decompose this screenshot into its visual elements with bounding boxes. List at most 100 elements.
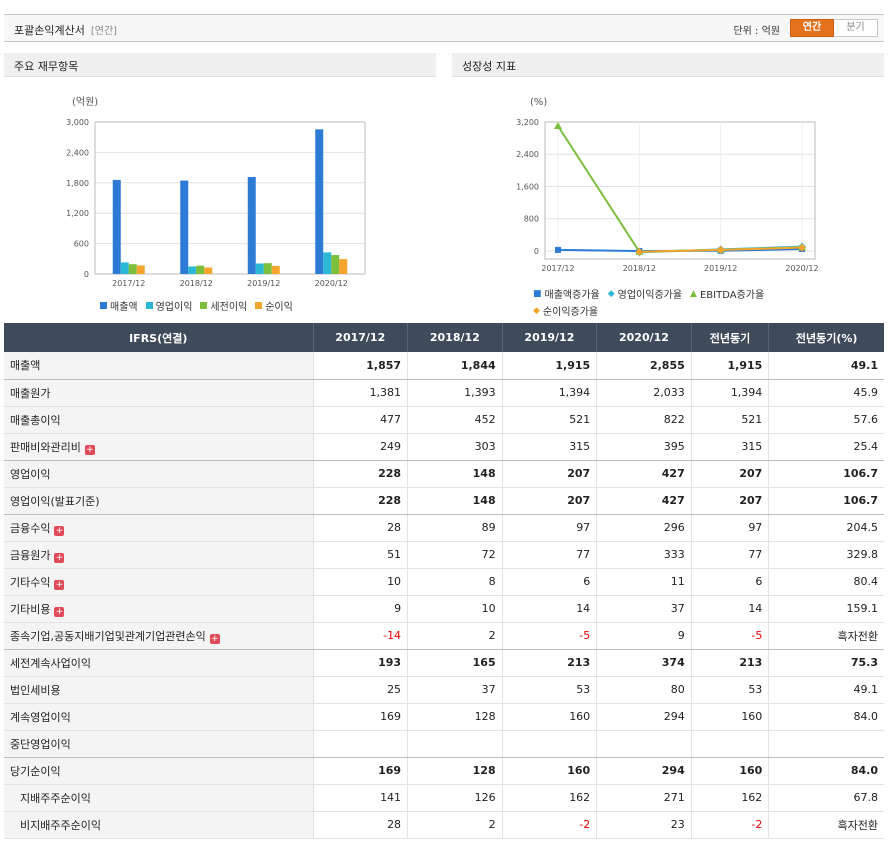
row-label: 매출총이익 [4, 406, 313, 434]
table-cell: 315 [690, 433, 769, 461]
x-tick-label: 2017/12 [112, 279, 145, 288]
table-cell: 97 [690, 514, 769, 542]
bar [188, 266, 197, 274]
table-cell: 1,915 [690, 352, 769, 380]
annual-tab[interactable]: 연간 [790, 19, 834, 37]
growth-legend: ■ 매출액증가율 ◆ 영업이익증가율 ▲ EBITDA증가율 ◆ 순이익증가율 [533, 286, 833, 319]
quarter-tab[interactable]: 분기 [834, 19, 878, 37]
table-cell: 1,857 [312, 352, 408, 380]
table-row: 금융원가 +51 72 77 333 77 329.8 [4, 541, 884, 569]
table-cell: 23 [596, 811, 692, 839]
table-cell: 51 [312, 541, 408, 569]
table-row: 계속영업이익 169 128 160 294 160 84.0 [4, 703, 884, 731]
table-cell: 53 [501, 676, 597, 704]
table-row: 매출액 1,857 1,844 1,915 2,855 1,915 49.1 [4, 352, 884, 380]
table-row: 기타비용 +9 10 14 37 14 159.1 [4, 595, 884, 623]
legend-marker: ▲ [690, 288, 697, 299]
table-cell: 213 [690, 649, 769, 677]
table-cell: 6 [690, 568, 769, 596]
expand-icon[interactable]: + [54, 525, 65, 536]
row-label: 매출원가 [4, 379, 313, 407]
statement-title: 포괄손익계산서 [연간] [14, 22, 117, 38]
x-tick-label: 2019/12 [704, 264, 737, 273]
table-cell: 45.9 [768, 379, 884, 407]
table-header-row: IFRS(연결) 2017/12 2018/12 2019/12 2020/12 전년동기… [4, 323, 884, 352]
income-statement-table: IFRS(연결) 2017/12 2018/12 2019/12 2020/12 전년동기… [4, 323, 884, 839]
table-cell: 160 [501, 757, 597, 785]
row-label: 금융수익 + [4, 514, 313, 542]
legend-item: 영업이익 [145, 298, 192, 313]
bar [323, 252, 332, 274]
table-cell: 1,394 [690, 379, 769, 407]
column-header: 2017/12 [312, 323, 408, 352]
y-tick-label: 0 [534, 247, 539, 256]
row-label: 금융원가 + [4, 541, 313, 569]
table-cell: 141 [312, 784, 408, 812]
expand-icon[interactable]: + [209, 633, 220, 644]
table-cell: 213 [501, 649, 597, 677]
table-cell: 822 [596, 406, 692, 434]
table-cell: 28 [312, 514, 408, 542]
legend-swatch [100, 302, 107, 309]
table-cell: 315 [501, 433, 597, 461]
table-cell: 2,855 [596, 352, 692, 380]
legend-item: ◆ 순이익증가율 [533, 303, 598, 319]
x-tick-label: 2020/12 [315, 279, 348, 288]
plot-area [544, 121, 816, 260]
table-cell: 10 [407, 595, 503, 623]
row-label: 지배주주순이익 [4, 784, 313, 812]
row-label: 기타비용 + [4, 595, 313, 623]
table-cell: 53 [690, 676, 769, 704]
legend-label: 세전이익 [210, 302, 248, 313]
legend-item: 순이익 [255, 298, 293, 313]
x-tick-label: 2018/12 [180, 279, 213, 288]
expand-icon[interactable]: + [84, 444, 95, 455]
table-cell: 193 [312, 649, 408, 677]
bar [204, 267, 213, 274]
table-cell: 159.1 [768, 595, 884, 623]
y-tick-label: 3,000 [66, 118, 89, 127]
table-cell: 162 [501, 784, 597, 812]
table-cell: 25.4 [768, 433, 884, 461]
row-label: 종속기업,공동지배기업및관계기업관련손익 + [4, 622, 313, 650]
legend-item: ▲ EBITDA증가율 [690, 286, 764, 302]
table-row: 판매비와관리비 +249 303 315 395 315 25.4 [4, 433, 884, 461]
table-cell: 148 [407, 460, 503, 488]
legend-item: ■ 매출액증가율 [533, 286, 600, 302]
y-tick-label: 3,200 [516, 118, 539, 127]
table-cell: 303 [407, 433, 503, 461]
table-cell: 8 [407, 568, 503, 596]
bar [180, 180, 189, 274]
table-cell: 49.1 [768, 676, 884, 704]
table-cell: 521 [690, 406, 769, 434]
expand-icon[interactable]: + [54, 552, 65, 563]
table-cell: 228 [312, 487, 408, 515]
period-subtitle: [연간] [90, 26, 118, 37]
table-cell: 1,915 [501, 352, 597, 380]
legend-label: 매출액 [110, 302, 138, 313]
table-cell: 521 [501, 406, 597, 434]
legend-marker: ■ [533, 288, 542, 299]
bar [271, 265, 280, 274]
table-cell: -2 [690, 811, 769, 839]
row-label: 중단영업이익 [4, 730, 313, 758]
table-cell: 89 [407, 514, 503, 542]
y-tick-label: 1,800 [66, 179, 89, 188]
table-cell: 169 [312, 703, 408, 731]
bar [112, 179, 121, 274]
table-cell: 160 [690, 703, 769, 731]
title-text: 포괄손익계산서 [14, 24, 85, 37]
y-tick-label: 600 [74, 240, 89, 249]
legend-swatch [200, 302, 208, 309]
table-cell: 207 [501, 487, 597, 515]
table-cell: 흑자전환 [768, 811, 884, 839]
y-tick-label: 1,200 [66, 209, 89, 218]
table-row: 금융수익 +28 89 97 296 97 204.5 [4, 514, 884, 542]
expand-icon[interactable]: + [54, 579, 65, 590]
table-row: 중단영업이익 [4, 730, 884, 758]
key-financials-legend: 매출액 영업이익 세전이익 순이익 [100, 298, 400, 313]
statement-header: 포괄손익계산서 [연간] 단위 : 억원 연간 분기 [4, 14, 884, 42]
expand-icon[interactable]: + [54, 606, 65, 617]
y-tick-label: 2,400 [516, 150, 539, 159]
column-header: 2019/12 [501, 323, 597, 352]
